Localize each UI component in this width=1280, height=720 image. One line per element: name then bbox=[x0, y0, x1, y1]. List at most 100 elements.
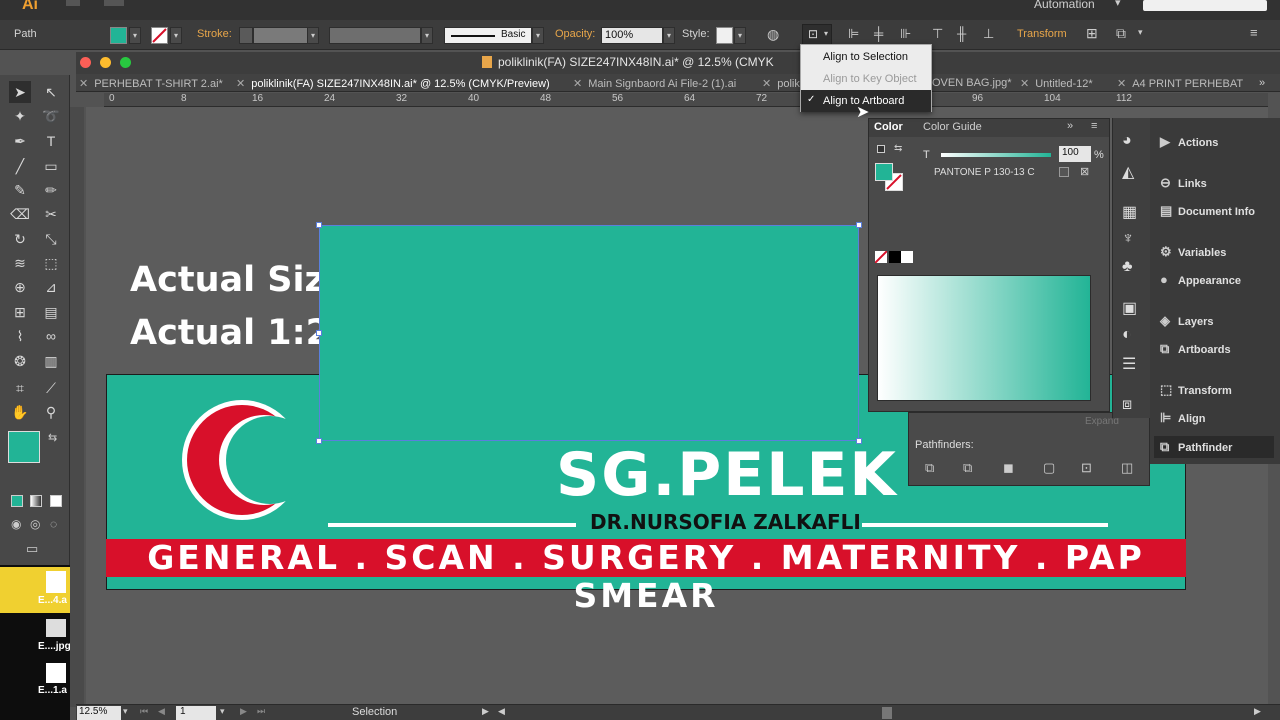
warp-tool-icon[interactable]: ≋ bbox=[9, 252, 31, 274]
next-artboard-icon[interactable]: ▶ bbox=[240, 706, 247, 717]
vertical-ruler[interactable] bbox=[70, 107, 84, 707]
trim-icon[interactable]: ⧉ bbox=[963, 460, 972, 476]
selection-handle[interactable] bbox=[856, 222, 862, 228]
mesh-tool-icon[interactable]: ⊞ bbox=[9, 301, 31, 323]
tab-color-guide[interactable]: Color Guide bbox=[923, 121, 982, 133]
lasso-tool-icon[interactable]: ➰ bbox=[40, 105, 62, 127]
color-spectrum[interactable] bbox=[877, 275, 1091, 401]
none-mode-icon[interactable] bbox=[50, 495, 62, 507]
stroke-dropdown[interactable]: ▾ bbox=[170, 27, 182, 44]
paintbrush-tool-icon[interactable]: ✎ bbox=[9, 179, 31, 201]
color-mode-icon[interactable] bbox=[11, 495, 23, 507]
selection-handle[interactable] bbox=[316, 330, 322, 336]
pencil-tool-icon[interactable]: ✏ bbox=[40, 179, 62, 201]
variables-panel-item[interactable]: ⚙ Variables bbox=[1160, 244, 1280, 264]
zoom-window-button[interactable] bbox=[120, 57, 131, 68]
opacity-label[interactable]: Opacity: bbox=[555, 28, 595, 40]
perspective-grid-tool-icon[interactable]: ⊿ bbox=[40, 276, 62, 298]
tab-perhebat-tshirt[interactable]: ✕ PERHEBAT T-SHIRT 2.ai* bbox=[79, 77, 223, 90]
brushes-icon[interactable]: ♆ bbox=[1122, 230, 1134, 248]
recolor-artwork-icon[interactable]: ◍ bbox=[767, 26, 779, 43]
close-icon[interactable]: ✕ bbox=[1020, 78, 1029, 90]
appearance-panel-item[interactable]: ● Appearance bbox=[1160, 272, 1280, 292]
brush-definition[interactable]: Basic bbox=[444, 27, 532, 44]
brush-dropdown[interactable]: ▾ bbox=[532, 27, 544, 44]
stroke-weight-stepper[interactable] bbox=[239, 27, 253, 44]
stroke-weight-dropdown[interactable]: ▾ bbox=[307, 27, 319, 44]
clinic-name[interactable]: SG.PELEK bbox=[556, 440, 898, 510]
fill-dropdown[interactable]: ▾ bbox=[129, 27, 141, 44]
color-guide-icon[interactable]: ◭ bbox=[1122, 162, 1134, 182]
fill-color-box[interactable] bbox=[875, 163, 893, 181]
crescent-logo[interactable] bbox=[180, 394, 300, 524]
fill-color-box[interactable] bbox=[8, 431, 40, 463]
web-safe-icon[interactable]: ⊠ bbox=[1080, 165, 1089, 178]
tab-main-signboard[interactable]: ✕ Main Signbaord Ai File-2 (1).ai bbox=[573, 77, 736, 90]
transform-link[interactable]: Transform bbox=[1017, 28, 1067, 40]
tab-oven-bag[interactable]: OVEN BAG.jpg* bbox=[932, 77, 1011, 89]
out-of-gamut-icon[interactable] bbox=[1059, 167, 1069, 177]
close-icon[interactable]: ✕ bbox=[762, 78, 771, 90]
close-icon[interactable]: ✕ bbox=[79, 78, 88, 90]
transform-panel-item[interactable]: ⬚ Transform bbox=[1160, 382, 1280, 402]
close-icon[interactable]: ✕ bbox=[236, 78, 245, 90]
rectangle-tool-icon[interactable]: ▭ bbox=[40, 155, 62, 177]
align-center-icon[interactable]: ╪ bbox=[874, 26, 883, 41]
screen-mode-icon[interactable]: ▭ bbox=[26, 541, 38, 557]
menu-item-align-to-selection[interactable]: Align to Selection bbox=[801, 46, 931, 68]
scale-tool-icon[interactable]: ⤡ bbox=[40, 228, 62, 250]
actual-ratio-label[interactable]: Actual 1:2 bbox=[130, 313, 330, 353]
stroke-swatch[interactable] bbox=[151, 27, 168, 44]
selection-handle[interactable] bbox=[316, 222, 322, 228]
scroll-left-icon[interactable]: ◀ bbox=[498, 706, 505, 717]
layers-panel-item[interactable]: ◈ Layers bbox=[1160, 313, 1280, 333]
gradient-tool-icon[interactable]: ▤ bbox=[40, 301, 62, 323]
workspace-switcher[interactable]: Automation bbox=[1034, 0, 1095, 11]
transparency-icon[interactable]: ◐ bbox=[1122, 326, 1132, 344]
previous-artboard-icon[interactable]: ◀ bbox=[158, 706, 165, 717]
zoom-input[interactable]: 12.5% bbox=[77, 706, 121, 720]
options-icon[interactable]: ⧉ bbox=[1116, 25, 1126, 42]
minimize-window-button[interactable] bbox=[100, 57, 111, 68]
draw-behind-icon[interactable]: ◎ bbox=[30, 517, 40, 531]
line-tool-icon[interactable]: ╱ bbox=[9, 155, 31, 177]
close-icon[interactable]: ✕ bbox=[1117, 78, 1126, 90]
isolate-group-icon[interactable]: ⊞ bbox=[1086, 25, 1098, 42]
rotate-tool-icon[interactable]: ↻ bbox=[9, 228, 31, 250]
artboards-panel-item[interactable]: ⧉ Artboards bbox=[1160, 341, 1280, 361]
stroke-weight-field[interactable] bbox=[253, 27, 308, 44]
artboard-number-input[interactable]: 1 bbox=[176, 706, 216, 720]
selection-tool-icon[interactable]: ➤ bbox=[9, 81, 31, 103]
merge-icon[interactable]: ◼ bbox=[1003, 460, 1014, 476]
column-graph-tool-icon[interactable]: ▥ bbox=[40, 350, 62, 372]
fill-swatch[interactable] bbox=[110, 27, 127, 44]
chevron-down-icon[interactable]: ▾ bbox=[123, 706, 128, 717]
stroke-panel-icon[interactable]: ☰ bbox=[1122, 354, 1136, 374]
current-tool-status[interactable]: Selection bbox=[352, 706, 397, 718]
draw-inside-icon[interactable]: ◌ bbox=[50, 517, 57, 531]
gradient-mode-icon[interactable] bbox=[30, 495, 42, 507]
blend-tool-icon[interactable]: ∞ bbox=[40, 325, 62, 347]
variable-width-profile[interactable] bbox=[329, 27, 421, 44]
tab-poliklinik[interactable]: ✕ poliklinik(FA) SIZE247INX48IN.ai* @ 12.… bbox=[236, 77, 550, 90]
align-left-icon[interactable]: ⊫ bbox=[848, 26, 859, 42]
panel-menu-icon[interactable]: ≡ bbox=[1091, 120, 1097, 132]
white-swatch[interactable] bbox=[901, 251, 913, 263]
scroll-right-icon[interactable]: ▶ bbox=[1254, 706, 1261, 717]
tint-slider[interactable] bbox=[941, 153, 1051, 157]
selected-rectangle[interactable] bbox=[316, 222, 862, 444]
tint-input[interactable]: 100 bbox=[1059, 146, 1091, 162]
artboard-options-icon[interactable]: ⧈ bbox=[1122, 396, 1132, 414]
default-colors-icon[interactable] bbox=[877, 145, 885, 153]
links-panel-item[interactable]: ⊖ Links bbox=[1160, 175, 1280, 195]
crop-icon[interactable]: ▢ bbox=[1043, 460, 1055, 476]
stroke-label[interactable]: Stroke: bbox=[197, 28, 232, 40]
pathfinder-panel-item[interactable]: ⧉ Pathfinder bbox=[1154, 436, 1274, 458]
document-info-panel-item[interactable]: ▤ Document Info bbox=[1160, 203, 1280, 223]
collapse-icon[interactable]: » bbox=[1067, 120, 1073, 132]
status-menu-icon[interactable]: ▶ bbox=[482, 706, 489, 717]
minus-back-icon[interactable]: ◫ bbox=[1121, 460, 1133, 476]
arrange-documents-icon[interactable] bbox=[104, 0, 124, 6]
profile-dropdown[interactable]: ▾ bbox=[421, 27, 433, 44]
opacity-dropdown[interactable]: ▾ bbox=[663, 27, 675, 44]
